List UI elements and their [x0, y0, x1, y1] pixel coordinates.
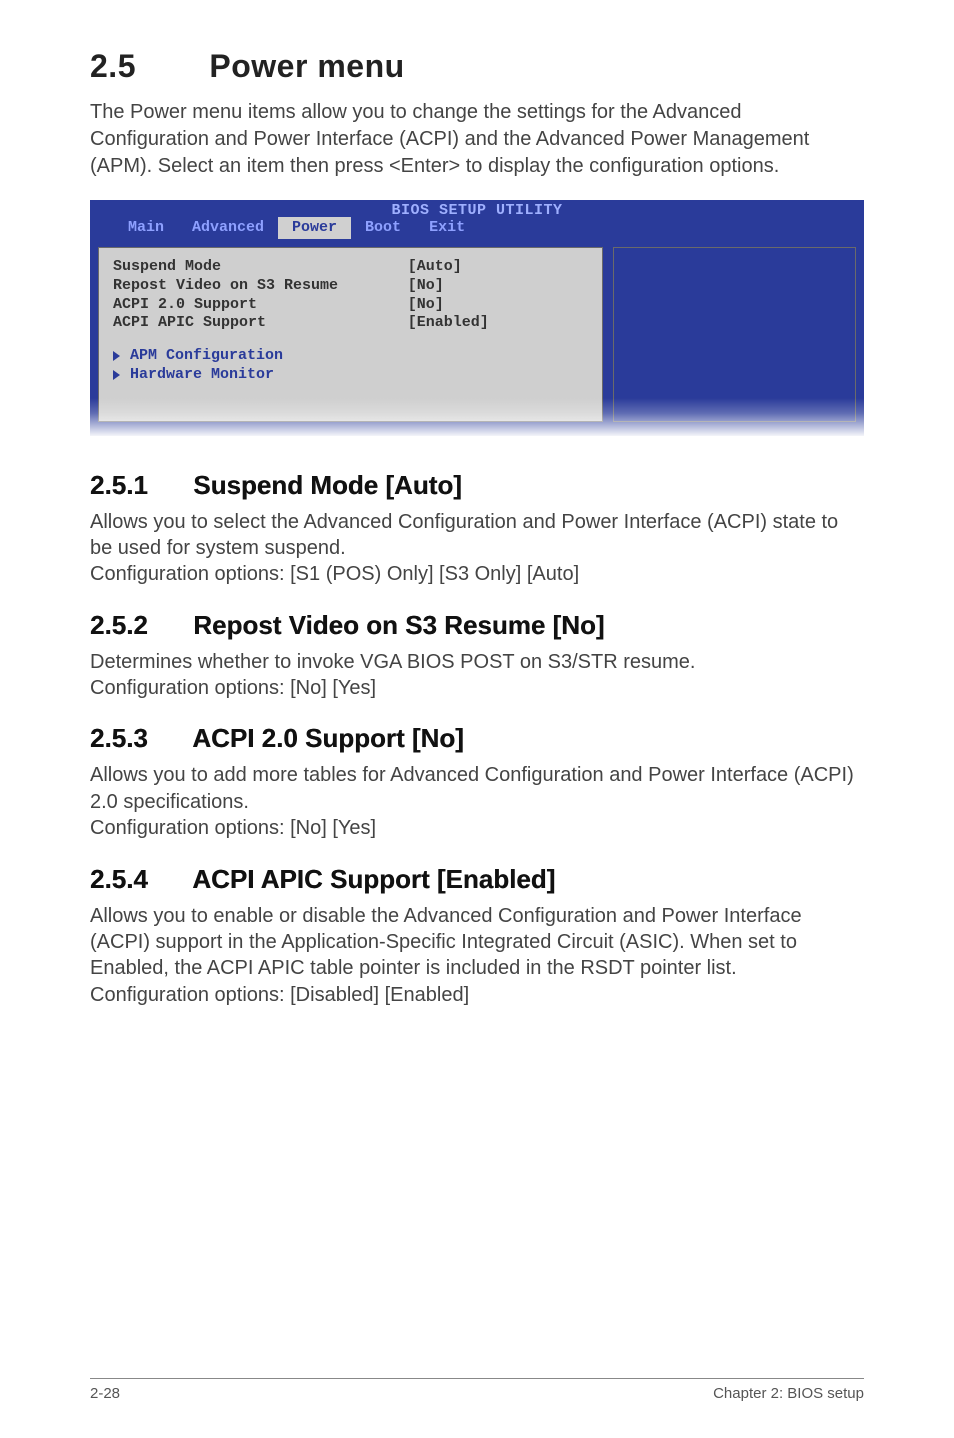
- bios-tab-exit[interactable]: Exit: [415, 217, 479, 239]
- bios-submenu-label: Hardware Monitor: [130, 366, 274, 385]
- bios-submenu-label: APM Configuration: [130, 347, 283, 366]
- intro-paragraph: The Power menu items allow you to change…: [90, 99, 864, 180]
- page-number: 2-28: [90, 1385, 120, 1402]
- bios-row-value: [No]: [408, 277, 589, 296]
- bios-screenshot: BIOS SETUP UTILITY Main Advanced Power B…: [90, 200, 864, 436]
- bios-row-label: ACPI APIC Support: [113, 314, 408, 333]
- section-heading: 2.5.4 ACPI APIC Support [Enabled]: [90, 864, 864, 895]
- section-heading: 2.5.3 ACPI 2.0 Support [No]: [90, 723, 864, 754]
- bios-panel: BIOS SETUP UTILITY Main Advanced Power B…: [90, 200, 864, 436]
- heading-title: Power menu: [209, 48, 404, 84]
- bios-row[interactable]: ACPI 2.0 Support [No]: [113, 296, 588, 315]
- section-number: 2.5.1: [90, 470, 186, 501]
- bios-tab-main[interactable]: Main: [114, 217, 178, 239]
- bios-tab-advanced[interactable]: Advanced: [178, 217, 278, 239]
- bios-tab-boot[interactable]: Boot: [351, 217, 415, 239]
- submenu-arrow-icon: [113, 370, 120, 380]
- bios-submenus: APM Configuration Hardware Monitor: [113, 347, 588, 385]
- section-body: Allows you to add more tables for Advanc…: [90, 762, 864, 841]
- section-number: 2.5.4: [90, 864, 186, 895]
- submenu-arrow-icon: [113, 351, 120, 361]
- section-title: ACPI APIC Support [Enabled]: [192, 864, 555, 894]
- bios-row-value: [Enabled]: [408, 314, 589, 333]
- bios-row-value: [No]: [408, 296, 589, 315]
- bios-row-label: ACPI 2.0 Support: [113, 296, 408, 315]
- bios-row[interactable]: Repost Video on S3 Resume [No]: [113, 277, 588, 296]
- page-heading: 2.5 Power menu: [90, 48, 864, 85]
- bios-body: Suspend Mode [Auto] Repost Video on S3 R…: [90, 247, 864, 422]
- bios-tab-bar: Main Advanced Power Boot Exit: [90, 217, 864, 239]
- section-title: ACPI 2.0 Support [No]: [192, 723, 464, 753]
- section-heading: 2.5.1 Suspend Mode [Auto]: [90, 470, 864, 501]
- bios-row-label: Suspend Mode: [113, 258, 408, 277]
- section-number: 2.5.3: [90, 723, 186, 754]
- section-title: Repost Video on S3 Resume [No]: [193, 610, 604, 640]
- section-number: 2.5.2: [90, 610, 186, 641]
- bios-content-pane: Suspend Mode [Auto] Repost Video on S3 R…: [98, 247, 603, 422]
- section-body: Allows you to select the Advanced Config…: [90, 509, 864, 588]
- section-heading: 2.5.2 Repost Video on S3 Resume [No]: [90, 610, 864, 641]
- section-title: Suspend Mode [Auto]: [193, 470, 462, 500]
- chapter-label: Chapter 2: BIOS setup: [713, 1385, 864, 1402]
- bios-submenu-item[interactable]: APM Configuration: [113, 347, 588, 366]
- section-body: Determines whether to invoke VGA BIOS PO…: [90, 649, 864, 702]
- bios-row-value: [Auto]: [408, 258, 589, 277]
- heading-number: 2.5: [90, 48, 200, 85]
- page-footer: 2-28 Chapter 2: BIOS setup: [90, 1378, 864, 1402]
- bios-tab-power[interactable]: Power: [278, 217, 351, 239]
- bios-row[interactable]: Suspend Mode [Auto]: [113, 258, 588, 277]
- section-body: Allows you to enable or disable the Adva…: [90, 903, 864, 1009]
- bios-submenu-item[interactable]: Hardware Monitor: [113, 366, 588, 385]
- bios-row-label: Repost Video on S3 Resume: [113, 277, 408, 296]
- bios-row[interactable]: ACPI APIC Support [Enabled]: [113, 314, 588, 333]
- bios-help-pane: [613, 247, 856, 422]
